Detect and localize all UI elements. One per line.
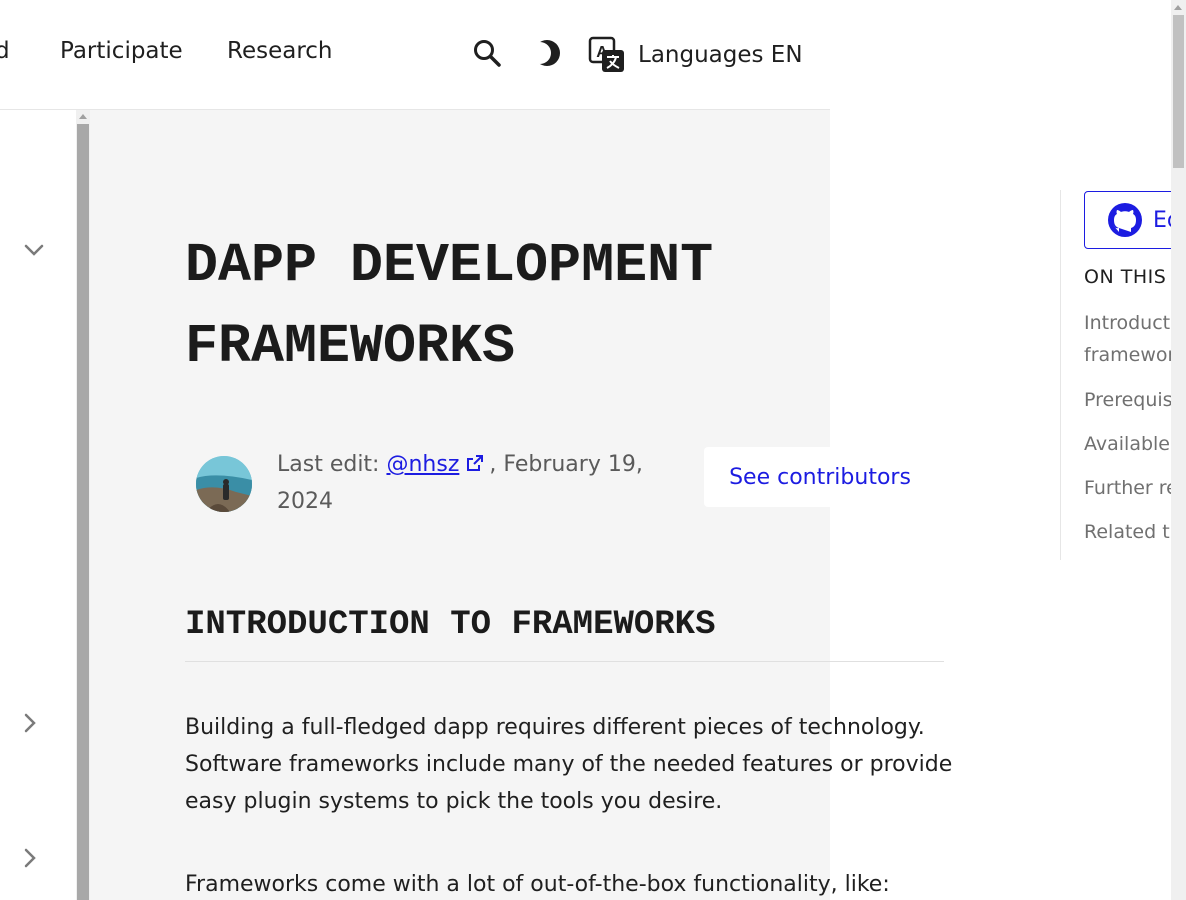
last-edit-row: Last edit: @nhsz, February 19, 2024 See … [196, 447, 936, 532]
see-contributors-button[interactable]: See contributors [704, 447, 936, 507]
top-navigation: d Participate Research A Languages EN [0, 0, 830, 110]
search-button[interactable] [470, 36, 504, 70]
scroll-up-arrow-icon[interactable] [79, 114, 87, 119]
sidebar-scrollbar-thumb[interactable] [77, 124, 89, 900]
avatar-photo [196, 456, 252, 512]
intro-paragraph: Building a full-fledged dapp requires di… [185, 715, 953, 814]
theme-toggle-button[interactable] [530, 36, 564, 70]
nav-link-partial[interactable]: d [0, 38, 10, 64]
page: d Participate Research A Languages EN DA… [0, 0, 1186, 900]
section-heading: INTRODUCTION TO FRAMEWORKS [185, 606, 716, 644]
scroll-up-arrow-icon[interactable] [1174, 5, 1182, 10]
toc-divider [1060, 190, 1061, 560]
last-edit-text: Last edit: @nhsz, February 19, 2024 [277, 446, 657, 520]
avatar[interactable] [196, 456, 252, 512]
page-scrollbar[interactable] [1171, 0, 1186, 900]
chevron-down-icon[interactable] [22, 240, 46, 260]
chevron-right-icon[interactable] [20, 846, 40, 870]
last-edit-prefix: Last edit: [277, 452, 387, 477]
toc-title: ON THIS [1084, 266, 1167, 288]
sidebar-scrollbar[interactable] [76, 110, 90, 900]
page-title: DAPP DEVELOPMENT FRAMEWORKS [185, 234, 714, 378]
features-paragraph: Frameworks come with a lot of out-of-the… [185, 872, 890, 897]
translate-icon: A [588, 36, 624, 72]
chevron-right-icon[interactable] [20, 711, 40, 735]
external-link-icon [467, 455, 484, 471]
moon-icon [532, 40, 560, 66]
language-picker-button[interactable]: A Languages EN [588, 36, 803, 74]
docs-sidebar [0, 110, 76, 900]
author-link[interactable]: @nhsz [386, 452, 459, 477]
languages-label: Languages EN [638, 42, 803, 68]
search-icon [474, 40, 501, 67]
nav-link-participate[interactable]: Participate [60, 38, 183, 64]
github-icon [1108, 203, 1142, 237]
nav-link-research[interactable]: Research [227, 38, 333, 64]
page-scrollbar-thumb[interactable] [1173, 15, 1184, 168]
section-divider [185, 661, 944, 662]
